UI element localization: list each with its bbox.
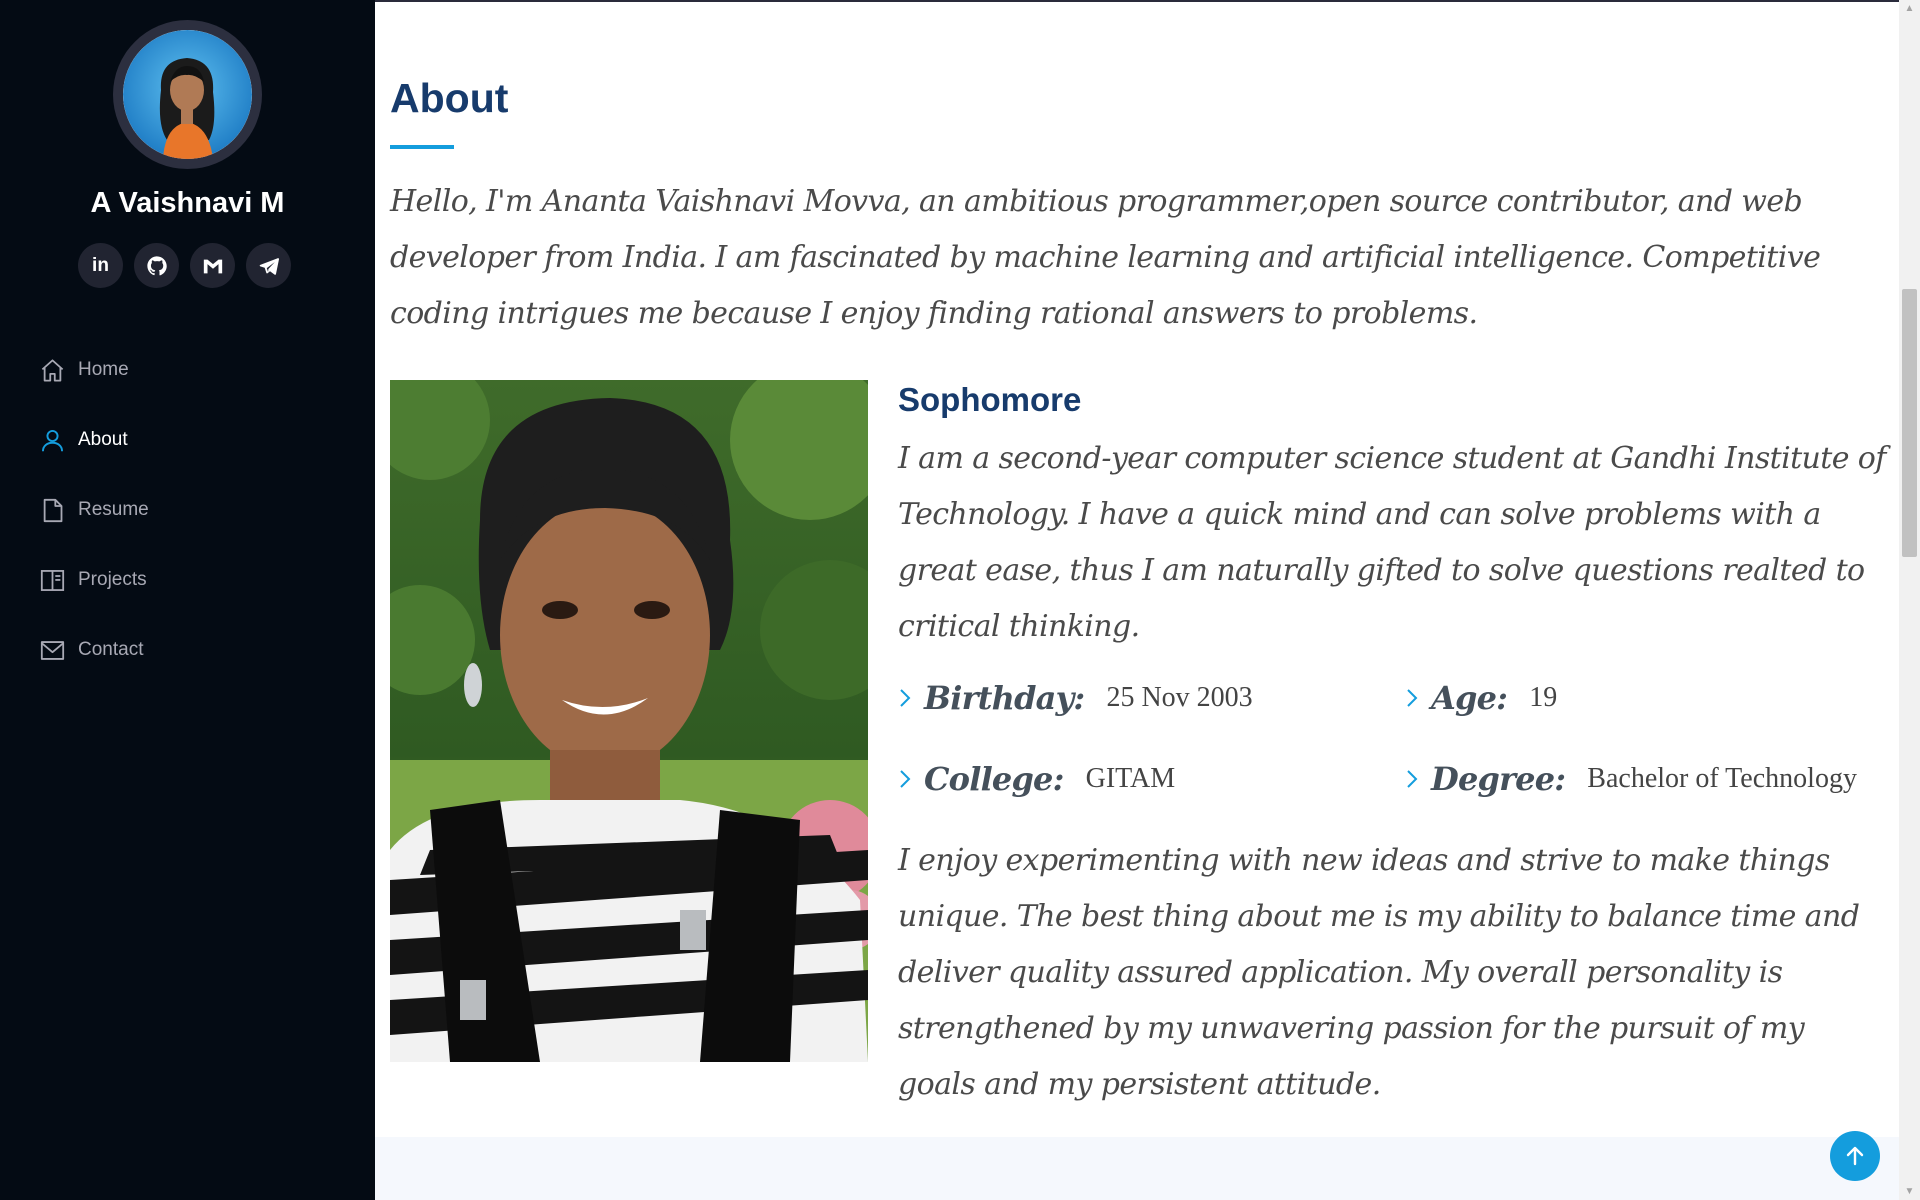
github-icon <box>146 255 167 275</box>
fact-value: Bachelor of Technology <box>1587 763 1857 794</box>
about-paragraph: I am a second-year computer science stud… <box>898 441 1886 644</box>
profile-avatar-ring <box>113 20 262 169</box>
gmail-icon <box>203 259 222 273</box>
about-details: Sophomore I am a second-year computer sc… <box>898 380 1888 1113</box>
nav-label: Home <box>78 359 129 380</box>
fact-label: Birthday: <box>924 679 1085 717</box>
back-to-top-button[interactable] <box>1830 1131 1880 1181</box>
book-icon <box>38 566 66 594</box>
chevron-right-icon <box>1405 767 1423 791</box>
chevron-right-icon <box>898 767 916 791</box>
nav-label: Contact <box>78 639 144 660</box>
nav-label: Projects <box>78 569 147 590</box>
social-links: in <box>78 243 291 288</box>
nav-item-projects[interactable]: Projects <box>0 545 375 615</box>
fact-label: Degree: <box>1431 760 1566 798</box>
nav-item-about[interactable]: About <box>0 405 375 475</box>
title-underline <box>390 145 454 149</box>
about-intro: Hello, I'm Ananta Vaishnavi Movva, an am… <box>390 184 1821 331</box>
gmail-button[interactable] <box>190 243 235 288</box>
fact-degree: Degree: Bachelor of Technology <box>1405 760 1857 798</box>
next-section-band <box>375 1137 1899 1200</box>
side-nav: Home About Resume Projects Contact <box>0 335 375 685</box>
about-subheading: Sophomore <box>898 381 1082 418</box>
about-paragraph: I enjoy experimenting with new ideas and… <box>898 843 1860 1102</box>
main-content: About Hello, I'm Ananta Vaishnavi Movva,… <box>375 0 1899 1200</box>
fact-value: GITAM <box>1085 763 1176 794</box>
fact-value: 25 Nov 2003 <box>1106 682 1253 713</box>
divider <box>375 0 1899 2</box>
profile-name: A Vaishnavi M <box>90 187 285 219</box>
chevron-right-icon <box>898 686 916 710</box>
fact-label: Age: <box>1431 679 1508 717</box>
nav-label: Resume <box>78 499 149 520</box>
nav-item-contact[interactable]: Contact <box>0 615 375 685</box>
facts-list: Birthday: 25 Nov 2003 Age: 19 College: G… <box>898 665 1888 825</box>
person-icon <box>38 426 66 454</box>
avatar <box>123 30 252 159</box>
sidebar: A Vaishnavi M in Home About Resume Proje… <box>0 0 375 1200</box>
linkedin-button[interactable]: in <box>78 243 123 288</box>
file-icon <box>38 496 66 524</box>
home-icon <box>38 356 66 384</box>
envelope-icon <box>38 636 66 664</box>
fact-value: 19 <box>1529 682 1558 713</box>
scroll-thumb[interactable] <box>1902 289 1917 557</box>
chevron-right-icon <box>1405 686 1423 710</box>
nav-item-home[interactable]: Home <box>0 335 375 405</box>
nav-label: About <box>78 429 128 450</box>
github-button[interactable] <box>134 243 179 288</box>
scroll-down-arrow[interactable]: ▼ <box>1899 1183 1920 1200</box>
section-title: About <box>390 75 509 121</box>
telegram-button[interactable] <box>246 243 291 288</box>
telegram-icon <box>259 257 279 275</box>
fact-label: College: <box>924 760 1064 798</box>
fact-age: Age: 19 <box>1405 679 1557 717</box>
profile-photo <box>390 380 868 1062</box>
fact-birthday: Birthday: 25 Nov 2003 <box>898 679 1253 717</box>
page-scrollbar[interactable]: ▲ ▼ <box>1899 0 1920 1200</box>
fact-college: College: GITAM <box>898 760 1175 798</box>
linkedin-icon: in <box>92 254 109 276</box>
scroll-up-arrow[interactable]: ▲ <box>1899 0 1920 17</box>
nav-item-resume[interactable]: Resume <box>0 475 375 545</box>
arrow-up-icon <box>1846 1146 1864 1166</box>
